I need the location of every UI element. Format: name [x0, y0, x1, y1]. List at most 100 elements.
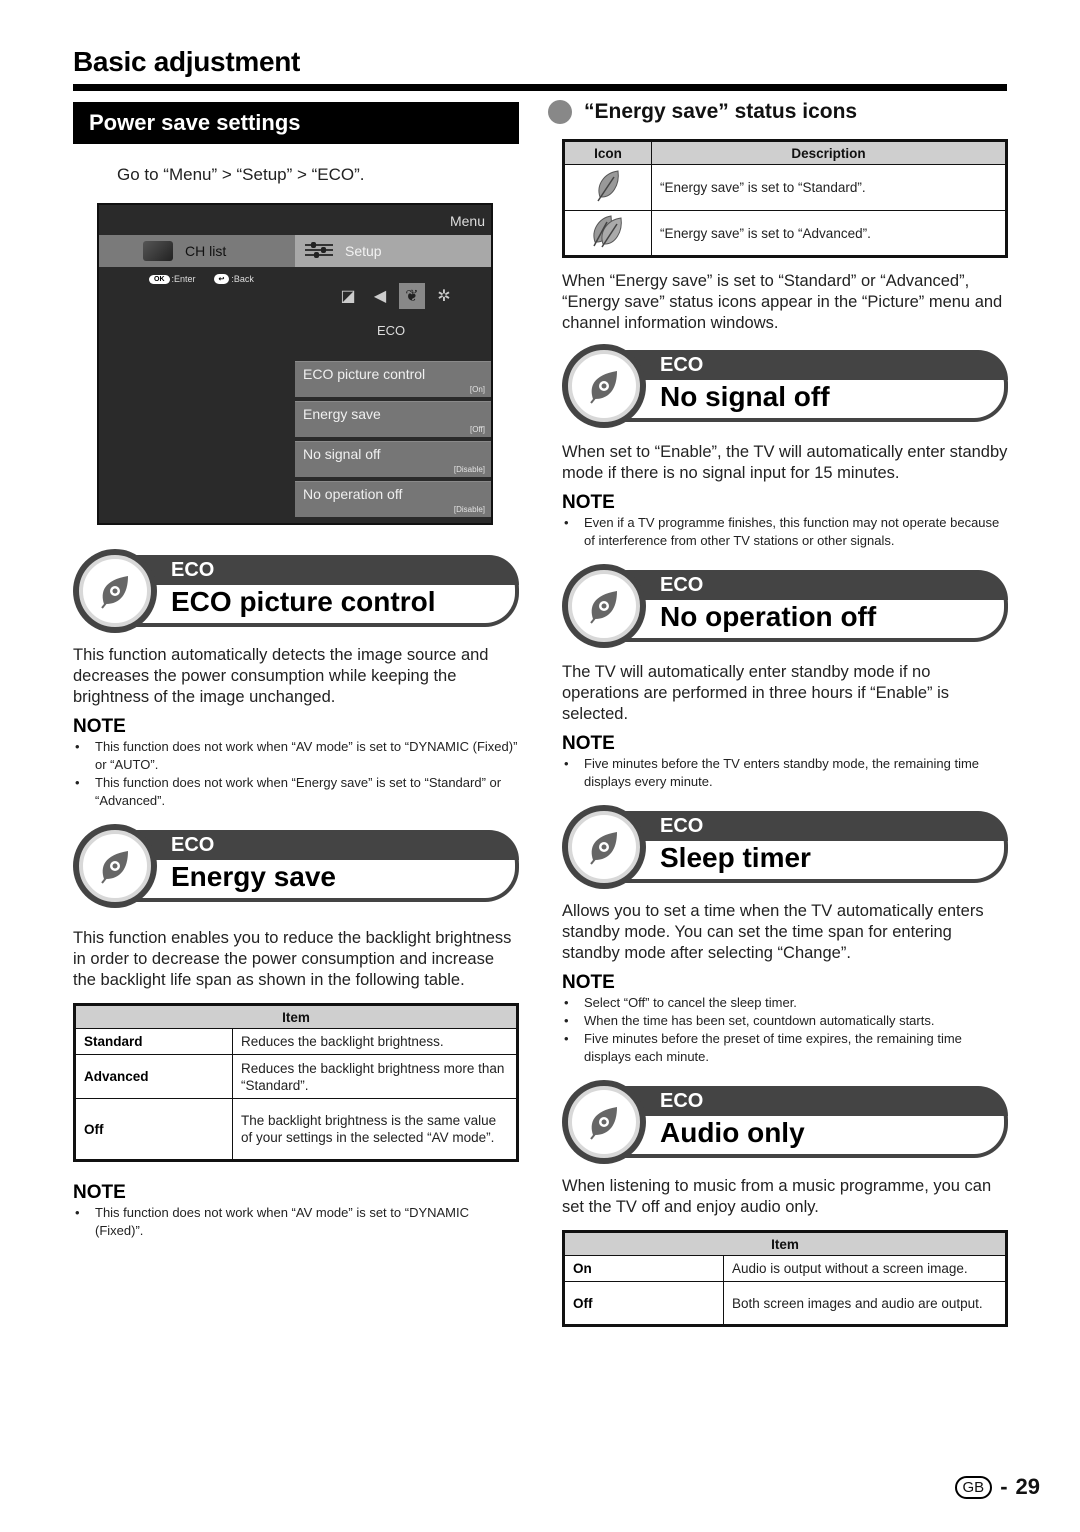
navigation-hint: Go to “Menu” > “Setup” > “ECO”. — [117, 165, 365, 184]
page-footer: GB - 29 — [954, 1474, 1040, 1500]
table-cell-description: Audio is output without a screen image. — [723, 1255, 1007, 1282]
eco-tag: ECO — [660, 354, 704, 376]
status-icons-table: Icon Description “Energy save” is set to… — [562, 139, 1008, 258]
ok-button-icon: OK — [149, 274, 170, 284]
eco-leaf-icon[interactable]: ❦ — [399, 283, 425, 309]
note-item: This function does not work when “Energy… — [73, 774, 519, 810]
note-item: Five minutes before the TV enters standb… — [562, 755, 1008, 791]
footer-separator: - — [1000, 1474, 1008, 1499]
note-item: This function does not work when “AV mod… — [73, 1204, 519, 1240]
table-cell-description: The backlight brightness is the same val… — [232, 1098, 518, 1161]
eco-leaf-icon — [590, 832, 617, 865]
eco-tag: ECO — [660, 815, 704, 837]
menu-item-energy-save[interactable]: Energy save [Off] — [295, 401, 491, 437]
submenu-icons: ◪ ◀ ❦ ✲ — [335, 283, 457, 309]
audio-only-body: When listening to music from a music pro… — [562, 1177, 992, 1216]
section-title: Power save settings — [73, 102, 519, 144]
sleep-timer-body: Allows you to set a time when the TV aut… — [562, 902, 984, 962]
note-title: NOTE — [562, 492, 615, 513]
audio-adjust-icon[interactable]: ◀ — [367, 283, 393, 309]
eco-leaf-icon — [590, 1107, 617, 1140]
eco-tag: ECO — [660, 1090, 704, 1112]
menu-item-label: Energy save — [303, 406, 381, 422]
menu-item-no-operation-off[interactable]: No operation off [Disable] — [295, 481, 491, 517]
tab-label: Setup — [345, 243, 382, 259]
hint-label: :Enter — [171, 274, 196, 284]
table-row: “Energy save” is set to “Advanced”. — [563, 210, 1007, 257]
table-header-icon: Icon — [563, 140, 652, 165]
menu-label: Menu — [449, 213, 485, 229]
back-button-icon: ↩ — [213, 274, 230, 284]
table-cell-item: Standard — [74, 1028, 233, 1055]
button-hints: OK :Enter ↩ :Back — [149, 274, 254, 284]
table-row: Advanced Reduces the backlight brightnes… — [74, 1054, 518, 1099]
single-leaf-icon — [597, 169, 619, 201]
double-leaf-icon — [593, 215, 622, 248]
table-row: “Energy save” is set to “Standard”. — [563, 164, 1007, 211]
no-signal-off-header: ECO No signal off — [562, 344, 1008, 428]
menu-item-no-signal-off[interactable]: No signal off [Disable] — [295, 441, 491, 477]
table-cell-description: Reduces the backlight brightness. — [232, 1028, 518, 1055]
menu-item-label: No signal off — [303, 446, 381, 462]
sleep-timer-header: ECO Sleep timer — [562, 805, 1008, 889]
menu-item-eco-picture-control[interactable]: ECO picture control [On] — [295, 361, 491, 397]
page-title: Basic adjustment — [73, 46, 301, 77]
hint-back: ↩ :Back — [213, 274, 254, 284]
note-title: NOTE — [73, 716, 126, 737]
note-list: This function does not work when “AV mod… — [73, 1204, 519, 1240]
eco-leaf-icon — [101, 851, 128, 884]
note-item: This function does not work when “AV mod… — [73, 738, 519, 774]
title-rule — [73, 84, 1007, 91]
note-list: Five minutes before the TV enters standb… — [562, 755, 1008, 791]
note-title: NOTE — [562, 733, 615, 754]
settings-gear-icon[interactable]: ✲ — [431, 283, 457, 309]
audio-only-table: Item On Audio is output without a screen… — [562, 1230, 1008, 1327]
eco-picture-body: This function automatically detects the … — [73, 646, 489, 706]
menu-tabs: CH list Setup — [99, 235, 491, 267]
right-column: “Energy save” status icons Icon Descript… — [548, 96, 1008, 1327]
table-cell-item: On — [563, 1255, 724, 1282]
note-list: Even if a TV programme finishes, this fu… — [562, 514, 1008, 550]
eco-title: Audio only — [660, 1117, 805, 1148]
energy-save-body: This function enables you to reduce the … — [73, 929, 512, 989]
note-list: Select “Off” to cancel the sleep timer. … — [562, 994, 1008, 1066]
audio-only-header: ECO Audio only — [562, 1080, 1008, 1164]
tab-ch-list[interactable]: CH list — [99, 235, 295, 267]
table-header: Item — [74, 1004, 518, 1029]
table-row: Off The backlight brightness is the same… — [74, 1098, 518, 1161]
eco-picture-control-header: ECO ECO picture control — [73, 549, 519, 633]
status-icons-body: When “Energy save” is set to “Standard” … — [562, 272, 1003, 332]
left-column: Power save settings Go to “Menu” > “Setu… — [73, 102, 519, 1240]
note-title: NOTE — [562, 972, 615, 993]
table-row: Off Both screen images and audio are out… — [563, 1281, 1007, 1326]
hint-label: :Back — [231, 274, 254, 284]
menu-item-value: [Disable] — [453, 505, 485, 514]
note-item: Even if a TV programme finishes, this fu… — [562, 514, 1008, 550]
note-item: Select “Off” to cancel the sleep timer. — [562, 994, 1008, 1012]
no-signal-off-body: When set to “Enable”, the TV will automa… — [562, 443, 1008, 482]
eco-title: No operation off — [660, 601, 877, 632]
eco-menu-list: ECO picture control [On] Energy save [Of… — [295, 361, 491, 521]
table-cell-description: Reduces the backlight brightness more th… — [232, 1054, 518, 1099]
table-header-description: Description — [651, 140, 1007, 165]
energy-save-table: Item Standard Reduces the backlight brig… — [73, 1003, 519, 1162]
picture-adjust-icon[interactable]: ◪ — [335, 283, 361, 309]
note-item: When the time has been set, countdown au… — [562, 1012, 1008, 1030]
menu-item-label: No operation off — [303, 486, 403, 502]
eco-leaf-icon — [590, 371, 617, 404]
page-number: 29 — [1015, 1474, 1040, 1499]
table-cell-icon — [563, 164, 652, 211]
ch-list-icon — [143, 241, 173, 261]
menu-item-value: [On] — [469, 385, 485, 394]
tv-menu-screenshot: Menu CH list Setup OK :Enter ↩ :Back ◪ ◀ — [97, 203, 493, 525]
tab-label: CH list — [185, 243, 227, 259]
table-row: On Audio is output without a screen imag… — [563, 1255, 1007, 1282]
eco-title: Energy save — [171, 861, 336, 892]
eco-title: Sleep timer — [660, 842, 811, 873]
eco-tag: ECO — [171, 834, 215, 856]
region-badge: GB — [954, 1475, 993, 1499]
menu-item-value: [Off] — [470, 425, 485, 434]
table-cell-description: “Energy save” is set to “Advanced”. — [651, 210, 1007, 257]
table-row: Standard Reduces the backlight brightnes… — [74, 1028, 518, 1055]
tab-setup[interactable]: Setup — [295, 235, 491, 267]
